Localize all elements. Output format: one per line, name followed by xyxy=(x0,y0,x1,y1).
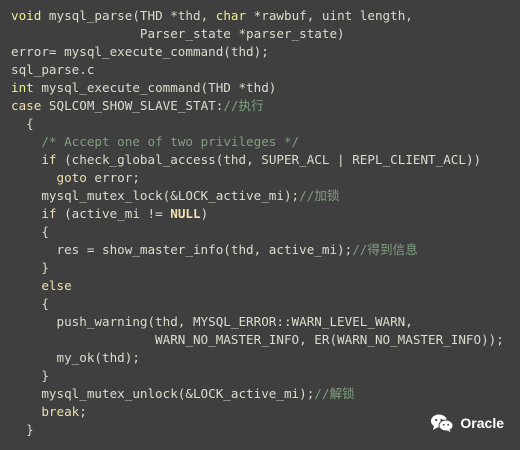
code-token-kw: if xyxy=(41,206,57,221)
code-line: goto error; xyxy=(11,169,520,187)
code-token-kw: case xyxy=(11,98,42,113)
code-token-plain: mysql_execute_command(THD *thd) xyxy=(33,80,277,95)
code-token-plain: { xyxy=(11,116,34,131)
watermark: Oracle xyxy=(430,411,504,435)
code-token-plain: (check_global_access(thd, SUPER_ACL | RE… xyxy=(56,152,482,167)
code-token-plain: } xyxy=(11,260,49,275)
code-token-plain: error= mysql_execute_command(thd); xyxy=(11,44,269,59)
code-line: my_ok(thd); xyxy=(11,349,520,367)
code-token-plain: my_ok(thd); xyxy=(11,350,140,365)
code-token-plain: Parser_state *parser_state) xyxy=(11,26,345,41)
code-line: void mysql_parse(THD *thd, char *rawbuf,… xyxy=(11,7,520,25)
wechat-icon xyxy=(430,413,454,433)
code-line: { xyxy=(11,115,520,133)
code-token-plain: sql_parse.c xyxy=(11,62,95,77)
code-token-cmt: //执行 xyxy=(223,98,264,113)
code-token-plain: *rawbuf, uint length, xyxy=(246,8,413,23)
code-line: int mysql_execute_command(THD *thd) xyxy=(11,79,520,97)
code-token-cmt: //解锁 xyxy=(314,386,355,401)
code-token-cmt: /* Accept one of two privileges */ xyxy=(41,134,300,149)
code-token-plain: } xyxy=(11,368,49,383)
code-token-plain: res = show_master_info(thd, active_mi); xyxy=(11,242,353,257)
code-line: WARN_NO_MASTER_INFO, ER(WARN_NO_MASTER_I… xyxy=(11,331,520,349)
code-line: Parser_state *parser_state) xyxy=(11,25,520,43)
code-line: res = show_master_info(thd, active_mi);/… xyxy=(11,241,520,259)
code-line: } xyxy=(11,259,520,277)
code-line: error= mysql_execute_command(thd); xyxy=(11,43,520,61)
code-block: void mysql_parse(THD *thd, char *rawbuf,… xyxy=(0,0,520,450)
code-token-plain: mysql_mutex_lock(&LOCK_active_mi); xyxy=(11,188,300,203)
code-line: case SQLCOM_SHOW_SLAVE_STAT://执行 xyxy=(11,97,520,115)
code-line: /* Accept one of two privileges */ xyxy=(11,133,520,151)
code-line: { xyxy=(11,223,520,241)
code-token-plain: push_warning(thd, MYSQL_ERROR::WARN_LEVE… xyxy=(11,314,413,329)
code-line: else xyxy=(11,277,520,295)
code-line: mysql_mutex_unlock(&LOCK_active_mi);//解锁 xyxy=(11,385,520,403)
code-line: push_warning(thd, MYSQL_ERROR::WARN_LEVE… xyxy=(11,313,520,331)
code-token-type: void xyxy=(11,8,42,23)
code-token-plain: (active_mi != xyxy=(56,206,171,221)
code-line: if (check_global_access(thd, SUPER_ACL |… xyxy=(11,151,520,169)
code-token-plain: ) xyxy=(200,206,209,221)
code-line: } xyxy=(11,367,520,385)
code-token-plain: SQLCOM_SHOW_SLAVE_STAT: xyxy=(41,98,224,113)
code-token-plain: } xyxy=(11,422,34,437)
watermark-text: Oracle xyxy=(460,415,504,431)
code-token-kw: break xyxy=(41,404,80,419)
code-token-plain: ; xyxy=(79,404,87,419)
code-line: { xyxy=(11,295,520,313)
code-token-plain: error; xyxy=(86,170,140,185)
code-token-plain: { xyxy=(11,224,49,239)
code-token-plain: mysql_mutex_unlock(&LOCK_active_mi); xyxy=(11,386,315,401)
code-token-kw: if xyxy=(41,152,57,167)
code-line: sql_parse.c xyxy=(11,61,520,79)
code-lines: void mysql_parse(THD *thd, char *rawbuf,… xyxy=(11,7,520,439)
code-token-cmt: //得到信息 xyxy=(352,242,418,257)
code-token-kw: goto xyxy=(56,170,87,185)
code-line: mysql_mutex_lock(&LOCK_active_mi);//加锁 xyxy=(11,187,520,205)
code-line: if (active_mi != NULL) xyxy=(11,205,520,223)
code-token-null: NULL xyxy=(170,206,201,221)
code-token-type: char xyxy=(215,8,247,23)
code-token-cmt: //加锁 xyxy=(299,188,340,203)
code-token-kw: else xyxy=(41,278,72,293)
code-token-plain: WARN_NO_MASTER_INFO, ER(WARN_NO_MASTER_I… xyxy=(11,332,504,347)
code-token-plain: mysql_parse(THD *thd, xyxy=(41,8,216,23)
code-token-type: int xyxy=(11,80,34,95)
code-token-plain: { xyxy=(11,296,49,311)
